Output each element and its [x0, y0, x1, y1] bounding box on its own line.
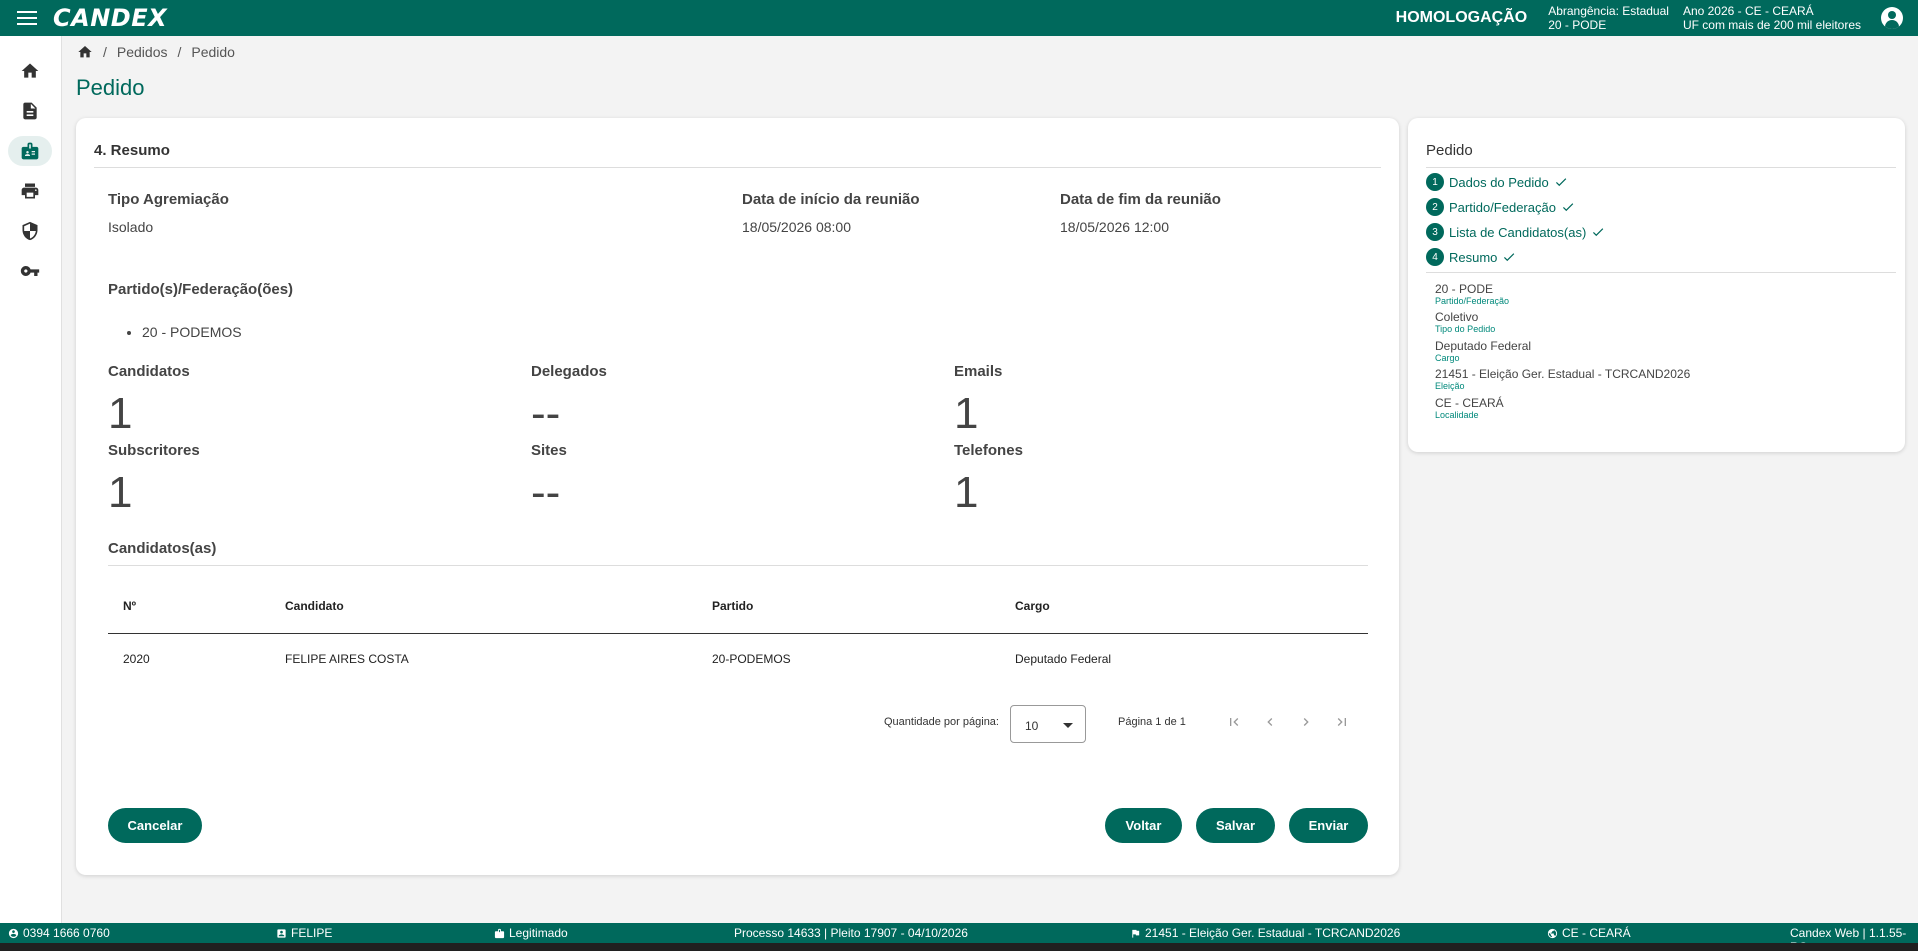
taskbar-strip — [0, 943, 1918, 951]
col-numero[interactable]: Nº — [123, 599, 136, 613]
candidatos-stat-label: Candidatos — [108, 363, 190, 380]
party-list: 20 - PODEMOS — [142, 324, 242, 340]
detail-tipo: Coletivo Tipo do Pedido — [1435, 310, 1496, 334]
prev-page-icon[interactable] — [1260, 712, 1280, 732]
table-row[interactable]: 2020 FELIPE AIRES COSTA 20-PODEMOS Deput… — [108, 634, 1368, 684]
candidatos-stat-value: 1 — [108, 389, 133, 438]
detail-cargo: Deputado Federal Cargo — [1435, 339, 1532, 363]
col-partido[interactable]: Partido — [712, 599, 753, 613]
tipo-label: Tipo Agremiação — [108, 191, 229, 208]
printer-icon[interactable] — [8, 176, 52, 206]
detail-localidade: CE - CEARÁ Localidade — [1435, 396, 1504, 420]
footer-election: 21451 - Eleição Ger. Estadual - TCRCAND2… — [1130, 926, 1400, 940]
check-icon — [1554, 175, 1568, 189]
order-progress-card: Pedido 1 Dados do Pedido 2 Partido/Feder… — [1408, 118, 1905, 452]
divider — [94, 167, 1381, 168]
tipo-value: Isolado — [108, 219, 154, 235]
delegados-stat-label: Delegados — [531, 363, 607, 380]
badge-icon — [494, 928, 505, 938]
status-bar: 0394 1666 0760 FELIPE Legitimado Process… — [0, 923, 1918, 951]
list-item: 20 - PODEMOS — [142, 324, 242, 340]
document-icon[interactable] — [8, 96, 52, 126]
summary-card: 4. Resumo Tipo Agremiação Isolado Data d… — [76, 118, 1399, 875]
cell-partido: 20-PODEMOS — [712, 652, 791, 666]
globe-icon — [1547, 928, 1558, 938]
cell-numero: 2020 — [123, 652, 150, 666]
divider — [1426, 167, 1896, 168]
page-size-label: Quantidade por página: — [884, 716, 999, 728]
telefones-stat-label: Telefones — [954, 442, 1023, 459]
emails-stat-value: 1 — [954, 389, 979, 438]
divider — [108, 565, 1368, 566]
detail-eleicao: 21451 - Eleição Ger. Estadual - TCRCAND2… — [1435, 367, 1691, 391]
section-title: 4. Resumo — [94, 142, 170, 159]
first-page-icon[interactable] — [1224, 712, 1244, 732]
footer-phone: 0394 1666 0760 — [8, 926, 110, 940]
page-range: Página 1 de 1 — [1118, 716, 1186, 728]
emails-stat-label: Emails — [954, 363, 1003, 380]
inicio-value: 18/05/2026 08:00 — [742, 219, 851, 235]
account-circle-icon — [8, 928, 19, 938]
candidatos-section-title: Candidatos(as) — [108, 540, 217, 557]
footer-user: FELIPE — [276, 926, 332, 940]
top-bar: CANDEX HOMOLOGAÇÃO Abrangência: Estadual… — [0, 0, 1918, 36]
breadcrumb: / Pedidos / Pedido — [77, 44, 235, 60]
scope-info: Abrangência: Estadual 20 - PODE — [1548, 4, 1669, 32]
save-button[interactable]: Salvar — [1196, 808, 1275, 843]
badge-icon[interactable] — [8, 136, 52, 166]
fim-label: Data de fim da reunião — [1060, 191, 1221, 208]
environment-label: HOMOLOGAÇÃO — [1395, 9, 1528, 26]
cell-candidato: FELIPE AIRES COSTA — [285, 652, 409, 666]
chevron-down-icon — [1063, 723, 1073, 728]
cancel-button[interactable]: Cancelar — [108, 808, 202, 843]
next-page-icon[interactable] — [1296, 712, 1316, 732]
flag-icon — [1132, 929, 1140, 938]
col-candidato[interactable]: Candidato — [285, 599, 344, 613]
back-button[interactable]: Voltar — [1105, 808, 1182, 843]
candidates-table: Nº Candidato Partido Cargo 2020 FELIPE A… — [108, 578, 1368, 684]
delegados-stat-value: -- — [531, 389, 561, 438]
breadcrumb-pedido: Pedido — [191, 44, 235, 60]
home-icon[interactable] — [8, 56, 52, 86]
home-breadcrumb-icon[interactable] — [77, 44, 93, 60]
step-resumo[interactable]: 4 Resumo — [1426, 248, 1516, 266]
shield-icon[interactable] — [8, 216, 52, 246]
page-size-select[interactable]: 10 — [1010, 705, 1086, 743]
subscritores-stat-label: Subscritores — [108, 442, 200, 459]
side-title: Pedido — [1426, 142, 1473, 159]
partidos-label: Partido(s)/Federação(ões) — [108, 281, 294, 298]
last-page-icon[interactable] — [1332, 712, 1352, 732]
step-lista-de-candidatos[interactable]: 3 Lista de Candidatos(as) — [1426, 223, 1605, 241]
check-icon — [1561, 200, 1575, 214]
check-icon — [1591, 225, 1605, 239]
col-cargo[interactable]: Cargo — [1015, 599, 1050, 613]
send-button[interactable]: Enviar — [1289, 808, 1368, 843]
menu-icon[interactable] — [17, 11, 37, 25]
cell-cargo: Deputado Federal — [1015, 652, 1112, 666]
telefones-stat-value: 1 — [954, 468, 979, 517]
subscritores-stat-value: 1 — [108, 468, 133, 517]
year-info: Ano 2026 - CE - CEARÁ UF com mais de 200… — [1682, 4, 1861, 32]
footer-process: Processo 14633 | Pleito 17907 - 04/10/20… — [734, 926, 968, 940]
key-icon[interactable] — [8, 256, 52, 286]
app-logo[interactable]: CANDEX — [53, 4, 167, 32]
inicio-label: Data de início da reunião — [742, 191, 920, 208]
account-icon[interactable] — [1881, 7, 1903, 29]
step-dados-do-pedido[interactable]: 1 Dados do Pedido — [1426, 173, 1568, 191]
paginator: Quantidade por página: 10 Página 1 de 1 — [76, 702, 1399, 743]
footer-status: Legitimado — [494, 926, 568, 940]
footer-locality: CE - CEARÁ — [1547, 926, 1631, 940]
sites-stat-label: Sites — [531, 442, 567, 459]
detail-partido: 20 - PODE Partido/Federação — [1435, 282, 1510, 306]
table-header: Nº Candidato Partido Cargo — [108, 578, 1368, 634]
breadcrumb-pedidos[interactable]: Pedidos — [117, 44, 168, 60]
sites-stat-value: -- — [531, 468, 561, 517]
check-icon — [1502, 250, 1516, 264]
fim-value: 18/05/2026 12:00 — [1060, 219, 1169, 235]
id-badge-icon — [277, 928, 286, 938]
side-nav — [0, 36, 62, 923]
page-title: Pedido — [76, 75, 145, 100]
divider — [1426, 272, 1896, 273]
step-partido-federacao[interactable]: 2 Partido/Federação — [1426, 198, 1575, 216]
